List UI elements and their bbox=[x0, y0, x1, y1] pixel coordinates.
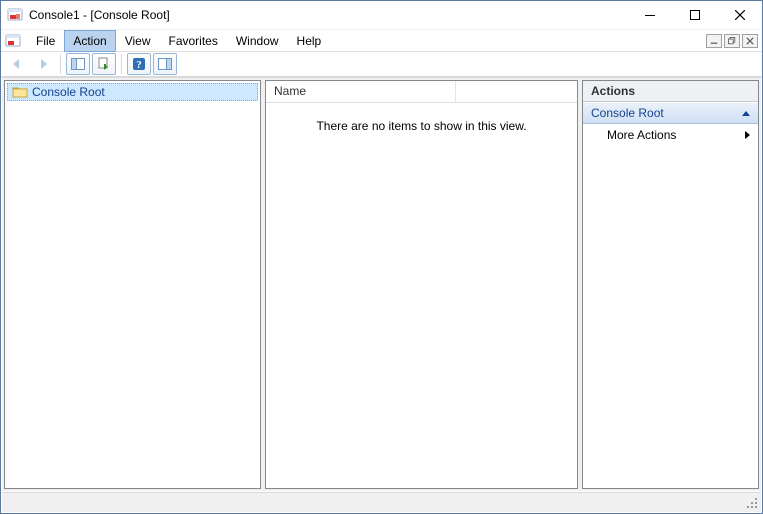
list-header: Name bbox=[266, 81, 577, 103]
client-area: Console Root Name There are no items to … bbox=[2, 77, 761, 491]
result-list-pane: Name There are no items to show in this … bbox=[265, 80, 578, 489]
console-tree-pane: Console Root bbox=[4, 80, 261, 489]
menu-help[interactable]: Help bbox=[288, 30, 331, 52]
list-empty-text: There are no items to show in this view. bbox=[266, 103, 577, 133]
mdi-window-controls bbox=[706, 34, 762, 48]
forward-button[interactable] bbox=[31, 53, 55, 75]
maximize-button[interactable] bbox=[672, 1, 717, 29]
window-controls bbox=[627, 1, 762, 29]
show-hide-console-tree-button[interactable] bbox=[66, 53, 90, 75]
menu-window[interactable]: Window bbox=[227, 30, 288, 52]
svg-text:?: ? bbox=[136, 59, 142, 71]
menubar: File Action View Favorites Window Help bbox=[1, 29, 762, 51]
actions-item-more-actions[interactable]: More Actions bbox=[583, 124, 758, 146]
folder-icon bbox=[12, 84, 28, 100]
toolbar-separator bbox=[121, 54, 122, 74]
actions-pane: Actions Console Root More Actions bbox=[582, 80, 759, 489]
tree-item-console-root[interactable]: Console Root bbox=[7, 83, 258, 101]
actions-item-label: More Actions bbox=[607, 128, 676, 142]
column-header-name[interactable]: Name bbox=[266, 81, 456, 102]
menu-view[interactable]: View bbox=[116, 30, 160, 52]
titlebar: Console1 - [Console Root] bbox=[1, 1, 762, 29]
mmc-doc-icon bbox=[5, 33, 21, 49]
mdi-restore-button[interactable] bbox=[724, 34, 740, 48]
statusbar bbox=[2, 492, 761, 512]
toolbar-separator bbox=[60, 54, 61, 74]
actions-group-label: Console Root bbox=[591, 106, 664, 120]
minimize-button[interactable] bbox=[627, 1, 672, 29]
menu-favorites[interactable]: Favorites bbox=[160, 30, 227, 52]
resize-grip[interactable] bbox=[747, 498, 759, 510]
tree-item-label: Console Root bbox=[32, 85, 105, 99]
mdi-close-button[interactable] bbox=[742, 34, 758, 48]
actions-group-console-root[interactable]: Console Root bbox=[583, 102, 758, 124]
mmc-app-icon bbox=[7, 7, 23, 23]
menu-action[interactable]: Action bbox=[64, 30, 115, 52]
close-button[interactable] bbox=[717, 1, 762, 29]
window-title: Console1 - [Console Root] bbox=[29, 8, 627, 22]
show-hide-action-pane-button[interactable] bbox=[153, 53, 177, 75]
collapse-arrow-icon bbox=[742, 111, 750, 116]
export-list-button[interactable] bbox=[92, 53, 116, 75]
chevron-right-icon bbox=[745, 131, 750, 139]
toolbar: ? bbox=[1, 51, 762, 77]
help-button[interactable]: ? bbox=[127, 53, 151, 75]
actions-pane-header: Actions bbox=[583, 81, 758, 102]
back-button[interactable] bbox=[5, 53, 29, 75]
mdi-minimize-button[interactable] bbox=[706, 34, 722, 48]
menu-file[interactable]: File bbox=[27, 30, 64, 52]
